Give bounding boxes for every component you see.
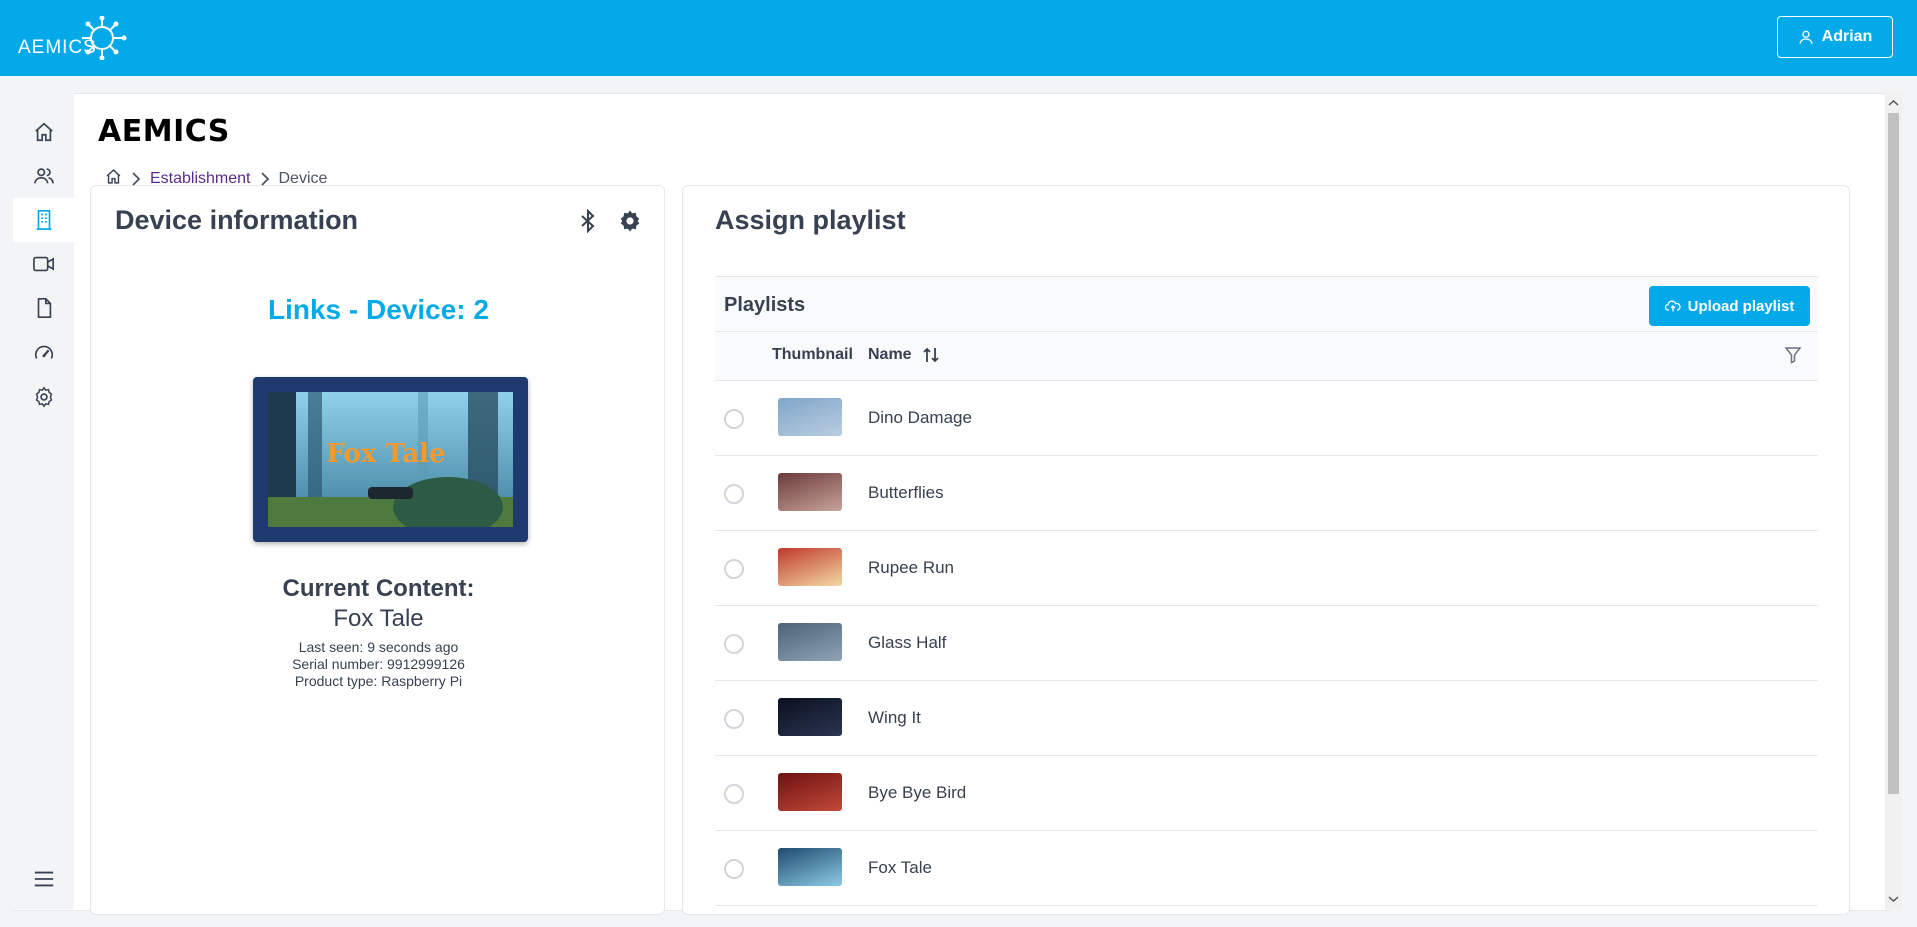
sidebar-item-videos[interactable] — [13, 242, 74, 286]
sidebar-toggle-button[interactable] — [13, 857, 74, 901]
sidebar-item-users[interactable] — [13, 154, 74, 198]
page-scrollbar[interactable] — [1885, 93, 1902, 909]
sidebar-item-home[interactable] — [13, 110, 74, 154]
column-thumbnail: Thumbnail — [772, 346, 853, 363]
playlist-radio[interactable] — [724, 484, 744, 504]
playlist-name: Rupee Run — [868, 558, 955, 577]
playlist-thumbnail — [778, 548, 842, 586]
playlist-thumbnail — [778, 773, 842, 811]
home-icon — [34, 122, 53, 142]
product-type-text: Product type: Raspberry Pi — [294, 673, 463, 689]
scroll-down-icon[interactable] — [1885, 893, 1902, 905]
top-bar: AEMICS Adrian — [0, 0, 1917, 76]
playlist-row[interactable]: Dino Damage — [715, 381, 1818, 456]
device-screen-preview: Fox Tale — [253, 377, 528, 542]
video-icon — [32, 256, 54, 272]
playlist-radio[interactable] — [724, 559, 744, 579]
playlist-radio[interactable] — [724, 709, 744, 729]
playlist-row[interactable]: Bye Bye Bird — [715, 756, 1818, 831]
scroll-up-icon[interactable] — [1885, 97, 1902, 109]
playlist-name: Glass Half — [868, 633, 947, 652]
bluetooth-icon — [581, 208, 595, 234]
upload-playlist-button[interactable]: Upload playlist — [1649, 286, 1810, 326]
aemics-logo[interactable]: AEMICS — [18, 16, 127, 60]
user-icon — [1799, 30, 1813, 44]
playlist-thumbnail — [778, 848, 842, 886]
file-icon — [37, 298, 51, 318]
playlist-thumbnail — [778, 698, 842, 736]
playlist-name: Fox Tale — [868, 858, 932, 877]
home-icon — [106, 169, 121, 184]
playlist-radio[interactable] — [724, 409, 744, 429]
screen-caption: Fox Tale — [326, 439, 445, 469]
playlist-thumbnail — [778, 623, 842, 661]
building-icon — [36, 210, 51, 230]
scrollbar-thumb[interactable] — [1888, 113, 1899, 794]
chevron-right-icon — [132, 172, 141, 186]
user-name: Adrian — [1821, 28, 1873, 45]
playlist-radio[interactable] — [724, 859, 744, 879]
breadcrumb: Establishment Device — [105, 168, 327, 190]
upload-playlist-label: Upload playlist — [1687, 297, 1795, 315]
logo-circuit-icon — [82, 16, 127, 60]
playlists-header: Playlists Upload playlist — [715, 276, 1818, 332]
breadcrumb-home[interactable] — [105, 168, 122, 190]
playlist-radio[interactable] — [724, 784, 744, 804]
cloud-upload-icon — [1664, 300, 1681, 312]
playlist-thumbnail — [778, 473, 842, 511]
current-content-label: Current Content: — [282, 575, 475, 602]
assign-playlist-title: Assign playlist — [715, 205, 906, 235]
gear-icon — [35, 386, 52, 408]
serial-number-text: Serial number: 9912999126 — [292, 656, 465, 672]
playlist-table-header: Thumbnail Name — [715, 332, 1818, 381]
device-settings-button[interactable] — [618, 209, 642, 238]
device-information-title: Device information — [115, 205, 359, 235]
filter-button[interactable] — [1784, 346, 1802, 369]
playlist-name: Dino Damage — [868, 408, 972, 427]
chevron-right-icon — [260, 172, 269, 186]
playlist-row[interactable]: Butterflies — [715, 456, 1818, 531]
users-icon — [33, 168, 54, 184]
playlist-thumbnail — [778, 398, 842, 436]
hamburger-menu-icon — [34, 871, 53, 887]
bluetooth-button[interactable] — [579, 208, 597, 238]
last-seen-text: Last seen: 9 seconds ago — [298, 639, 459, 655]
playlists-label: Playlists — [724, 294, 806, 316]
playlist-name: Bye Bye Bird — [868, 783, 967, 802]
playlist-name: Butterflies — [868, 483, 944, 502]
current-content-thumbnail: Fox Tale — [268, 392, 513, 527]
breadcrumb-establishment[interactable]: Establishment — [150, 170, 251, 188]
user-menu-button[interactable]: Adrian — [1777, 16, 1893, 58]
sidebar-item-dashboard[interactable] — [13, 331, 74, 375]
sidebar-item-establishment[interactable] — [13, 198, 74, 242]
gear-icon — [620, 210, 640, 232]
playlist-row[interactable]: Rupee Run — [715, 531, 1818, 606]
sort-icon — [922, 347, 939, 363]
device-information-card: Device information Links - Device: 2 Fox… — [90, 185, 665, 915]
playlist-row[interactable]: Wing It — [715, 681, 1818, 756]
playlist-row[interactable]: Fox Tale — [715, 831, 1818, 906]
breadcrumb-device: Device — [278, 170, 328, 187]
device-name: Links - Device: 2 — [268, 294, 489, 325]
sidebar-item-settings[interactable] — [13, 375, 74, 419]
column-name-sort[interactable]: Name — [868, 346, 940, 364]
playlist-row[interactable]: Glass Half — [715, 606, 1818, 681]
sidebar-item-files[interactable] — [13, 286, 74, 330]
assign-playlist-card: Assign playlist Playlists Upload playlis… — [682, 185, 1850, 915]
speedometer-icon — [34, 345, 53, 359]
filter-icon — [1784, 347, 1802, 364]
current-content-value: Fox Tale — [333, 605, 424, 632]
column-name-label: Name — [868, 346, 912, 363]
page-brand-title: AEMICS — [98, 114, 230, 149]
playlist-radio[interactable] — [724, 634, 744, 654]
playlist-name: Wing It — [868, 708, 921, 727]
sidebar — [13, 93, 74, 909]
